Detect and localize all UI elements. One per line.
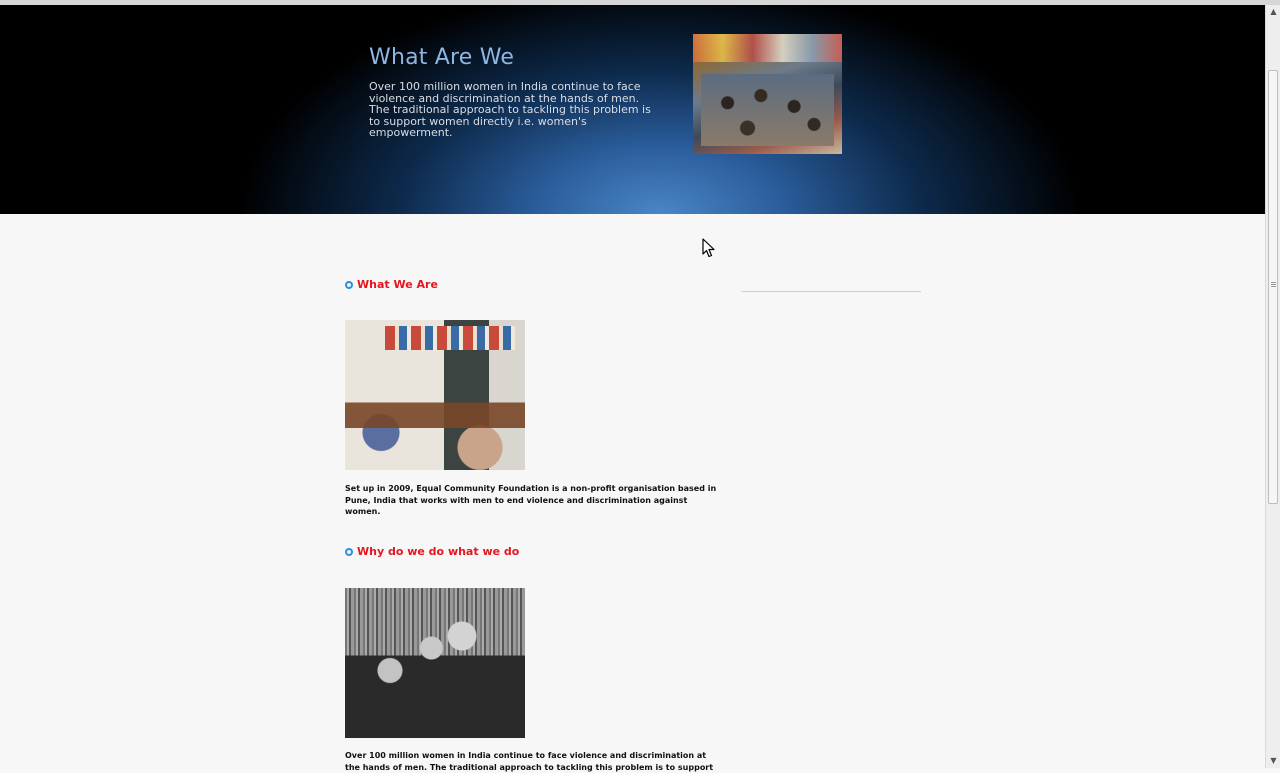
vertical-scrollbar[interactable]: ▲ ▼ bbox=[1265, 5, 1280, 768]
classroom-photo bbox=[345, 320, 525, 470]
scroll-thumb[interactable] bbox=[1268, 70, 1278, 504]
hero-banner: What Are We Over 100 million women in In… bbox=[0, 5, 1265, 214]
section-text-what-we-are: Set up in 2009, Equal Community Foundati… bbox=[345, 484, 717, 516]
section-title-label: What We Are bbox=[357, 278, 438, 291]
bullet-icon bbox=[345, 547, 353, 556]
hero-title: What Are We bbox=[369, 45, 515, 70]
scroll-up-arrow-icon[interactable]: ▲ bbox=[1266, 5, 1280, 19]
section-title-what-we-are: What We Are bbox=[345, 278, 438, 291]
hero-description: Over 100 million women in India continue… bbox=[369, 80, 651, 140]
bullet-icon bbox=[345, 280, 353, 289]
sidebar-divider bbox=[741, 291, 921, 292]
scroll-down-arrow-icon[interactable]: ▼ bbox=[1266, 754, 1280, 768]
hero-photo-children-group bbox=[693, 34, 842, 154]
mouse-cursor-icon bbox=[702, 238, 715, 258]
section-text-why: Over 100 million women in India continue… bbox=[345, 751, 714, 772]
section-title-label: Why do we do what we do bbox=[357, 545, 520, 558]
grip-icon bbox=[1271, 282, 1276, 288]
section-title-why: Why do we do what we do bbox=[345, 545, 519, 558]
children-photo bbox=[345, 588, 525, 738]
